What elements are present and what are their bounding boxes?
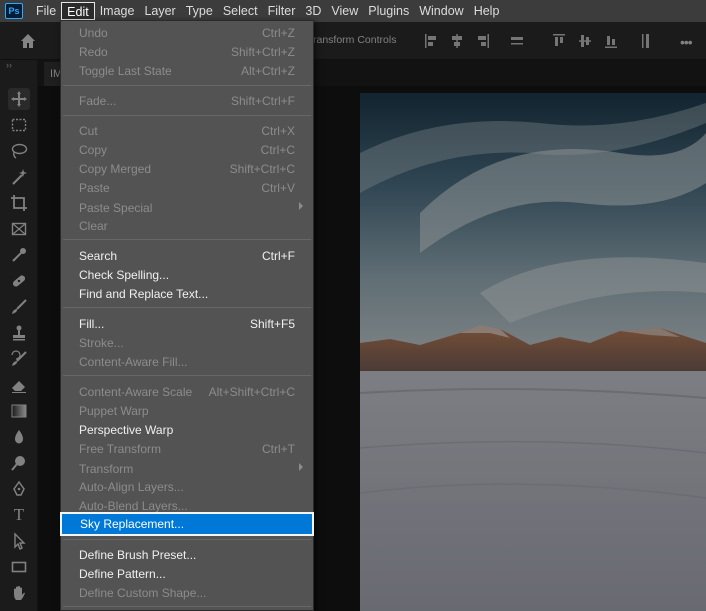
menu-separator (63, 375, 311, 376)
menu-item-copy-merged[interactable]: Copy Merged Shift+Ctrl+C (61, 159, 313, 178)
menu-separator (63, 539, 311, 540)
menu-item-puppet-warp[interactable]: Puppet Warp (61, 401, 313, 420)
menu-item-sky-replacement[interactable]: Sky Replacement... (60, 512, 314, 536)
menu-item-perspective-warp[interactable]: Perspective Warp (61, 420, 313, 439)
menu-separator (63, 307, 311, 308)
menu-3d[interactable]: 3D (300, 2, 326, 20)
menu-item-auto-align-layers[interactable]: Auto-Align Layers... (61, 477, 313, 496)
menu-plugins[interactable]: Plugins (363, 2, 414, 20)
menu-item-redo[interactable]: Redo Shift+Ctrl+Z (61, 42, 313, 61)
menu-item-fill[interactable]: Fill... Shift+F5 (61, 314, 313, 333)
menu-item-auto-blend-layers[interactable]: Auto-Blend Layers... (61, 496, 313, 515)
menu-item-check-spelling[interactable]: Check Spelling... (61, 265, 313, 284)
menu-item-clear[interactable]: Clear (61, 216, 313, 235)
menu-layer[interactable]: Layer (139, 2, 180, 20)
menu-item-define-pattern[interactable]: Define Pattern... (61, 564, 313, 583)
menu-view[interactable]: View (326, 2, 363, 20)
menu-separator (63, 606, 311, 607)
menu-window[interactable]: Window (414, 2, 468, 20)
menu-separator (63, 115, 311, 116)
menu-item-content-aware-scale[interactable]: Content-Aware Scale Alt+Shift+Ctrl+C (61, 382, 313, 401)
menu-image[interactable]: Image (95, 2, 140, 20)
menu-item-copy[interactable]: Copy Ctrl+C (61, 140, 313, 159)
photoshop-logo-icon: Ps (5, 3, 23, 19)
menu-item-define-custom-shape[interactable]: Define Custom Shape... (61, 583, 313, 602)
menu-item-paste-special[interactable]: Paste Special (61, 198, 313, 217)
submenu-arrow-icon (299, 202, 303, 210)
menu-filter[interactable]: Filter (263, 2, 301, 20)
menu-item-fade[interactable]: Fade... Shift+Ctrl+F (61, 91, 313, 110)
menu-item-paste[interactable]: Paste Ctrl+V (61, 178, 313, 197)
menu-item-undo[interactable]: Undo Ctrl+Z (61, 23, 313, 42)
menu-item-search[interactable]: Search Ctrl+F (61, 246, 313, 265)
menu-separator (63, 239, 311, 240)
menu-item-transform[interactable]: Transform (61, 459, 313, 478)
menu-item-free-transform[interactable]: Free Transform Ctrl+T (61, 439, 313, 458)
menu-help[interactable]: Help (469, 2, 505, 20)
menu-item-content-aware-fill[interactable]: Content-Aware Fill... (61, 352, 313, 371)
menu-item-toggle-last-state[interactable]: Toggle Last State Alt+Ctrl+Z (61, 61, 313, 80)
menu-select[interactable]: Select (218, 2, 263, 20)
menu-file[interactable]: File (31, 2, 61, 20)
menu-item-define-brush-preset[interactable]: Define Brush Preset... (61, 545, 313, 564)
menu-bar: Ps File Edit Image Layer Type Select Fil… (0, 0, 706, 22)
menu-type[interactable]: Type (181, 2, 218, 20)
menu-item-stroke[interactable]: Stroke... (61, 333, 313, 352)
menu-edit[interactable]: Edit (61, 2, 95, 20)
menu-item-find-replace-text[interactable]: Find and Replace Text... (61, 284, 313, 303)
menu-separator (63, 85, 311, 86)
menu-item-cut[interactable]: Cut Ctrl+X (61, 121, 313, 140)
submenu-arrow-icon (299, 463, 303, 471)
edit-menu-dropdown: Undo Ctrl+Z Redo Shift+Ctrl+Z Toggle Last … (60, 20, 314, 611)
